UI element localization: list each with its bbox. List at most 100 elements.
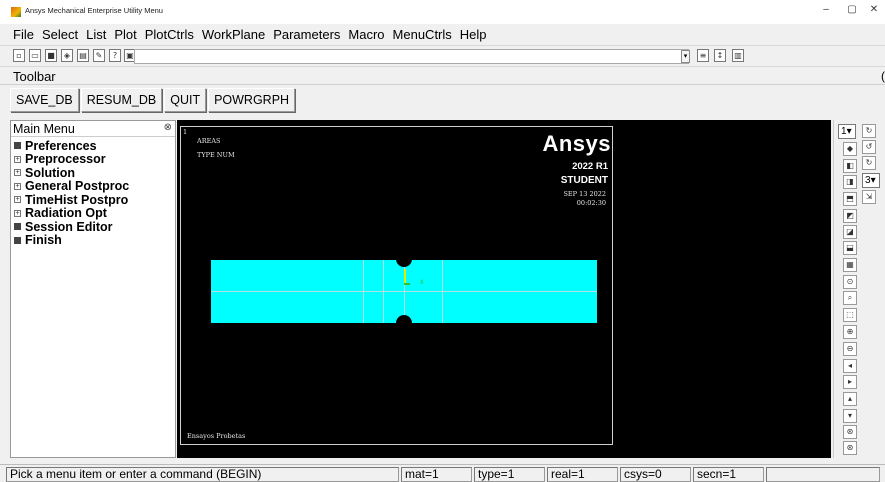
print-icon[interactable]: ▤ <box>77 49 89 62</box>
main-menu-tree: Preferences + Preprocessor + Solution + Gen… <box>14 139 129 247</box>
expand-plus-icon[interactable]: + <box>14 209 21 217</box>
translate-icon[interactable]: ⇲ <box>862 190 876 204</box>
quit-button[interactable]: QUIT <box>164 88 207 112</box>
toolbar-collapse-icon[interactable]: ( <box>881 69 885 83</box>
menu-tree-item[interactable]: + Radiation Opt <box>14 206 129 221</box>
area-line-center <box>383 260 384 323</box>
zoom-out-icon[interactable]: ⊖ <box>843 342 857 356</box>
new-file-icon[interactable]: ▫ <box>13 49 25 62</box>
status-type: type=1 <box>474 467 545 482</box>
plot-type-label: AREAS <box>197 137 221 145</box>
minimize-button[interactable]: – <box>818 4 834 15</box>
menu-help[interactable]: Help <box>460 27 487 42</box>
menu-workplane[interactable]: WorkPlane <box>202 27 265 42</box>
menu-tree-label: Preferences <box>25 138 97 153</box>
version-label: 2022 R1 <box>572 161 608 172</box>
window-select-dropdown[interactable]: 1▾ <box>838 124 856 139</box>
command-input[interactable] <box>134 49 689 64</box>
toolbar-editor-icon[interactable]: ≡ <box>697 49 709 62</box>
save-icon[interactable]: ■ <box>45 49 57 62</box>
powrgrph-button[interactable]: POWRGRPH <box>208 88 296 112</box>
standard-toolbar: ▫ ▭ ■ ◈ ▤ ✎ ? ▣ ▾ ≡ ↕ ▥ <box>0 45 885 67</box>
ansys-window: Ansys Mechanical Enterprise Utility Menu… <box>0 0 885 482</box>
toolbar-label: Toolbar <box>13 69 56 84</box>
menu-tree-item[interactable]: Preferences <box>14 139 129 153</box>
status-extra <box>766 467 880 482</box>
maximize-button[interactable]: ▢ <box>844 4 860 15</box>
status-mat: mat=1 <box>401 467 472 482</box>
status-secn: secn=1 <box>693 467 764 482</box>
close-button[interactable]: ✕ <box>866 4 882 15</box>
contact-manager-icon[interactable]: ▥ <box>732 49 744 62</box>
resum-db-button[interactable]: RESUM_DB <box>80 88 163 112</box>
main-menu-title: Main Menu <box>13 122 75 136</box>
pan-right-icon[interactable]: ▸ <box>843 375 857 389</box>
menu-menuctrls[interactable]: MenuCtrls <box>393 27 452 42</box>
menu-plotctrls[interactable]: PlotCtrls <box>145 27 194 42</box>
ansys-toolbar: SAVE_DB RESUM_DB QUIT POWRGRPH <box>10 88 297 114</box>
top-view-icon[interactable]: ⬒ <box>843 192 857 206</box>
title-bar: Ansys Mechanical Enterprise Utility Menu… <box>0 0 885 24</box>
rotate-y-icon[interactable]: ⊛ <box>843 441 857 455</box>
left-view-icon[interactable]: ◪ <box>843 225 857 239</box>
plot-caption: Ensayos Probetas <box>187 432 246 440</box>
menu-tree-label: General Postproc <box>25 179 130 194</box>
save-db-button[interactable]: SAVE_DB <box>10 88 79 112</box>
numbering-label: TYPE NUM <box>197 151 235 159</box>
rotate-cw-icon[interactable]: ↻ <box>862 156 876 170</box>
window-title: Ansys Mechanical Enterprise Utility Menu <box>25 6 163 15</box>
dynamic-rotate-icon[interactable]: ↻ <box>862 124 876 138</box>
utility-menu-bar: File Select List Plot PlotCtrls WorkPlan… <box>0 24 885 45</box>
view-select-value: 3 <box>865 175 871 186</box>
menu-plot[interactable]: Plot <box>114 27 136 42</box>
right-view-icon[interactable]: ◨ <box>843 175 857 189</box>
edition-label: STUDENT <box>560 175 608 186</box>
triad-x-axis <box>404 283 410 285</box>
toolbar-header: Toolbar ( <box>0 67 885 85</box>
leaf-square-icon <box>14 236 21 244</box>
graphics-window[interactable]: 1 AREAS TYPE NUM Ansys 2022 R1 STUDENT S… <box>177 120 831 458</box>
menu-file[interactable]: File <box>13 27 34 42</box>
pan-zoom-rotate-icon[interactable]: ◈ <box>61 49 73 62</box>
front-view-icon[interactable]: ◧ <box>843 159 857 173</box>
view-select-dropdown[interactable]: 3▾ <box>862 173 880 188</box>
zoom-icon[interactable]: ⌕ <box>843 291 857 305</box>
expand-plus-icon[interactable]: + <box>14 155 21 163</box>
sort-icon[interactable]: ↕ <box>714 49 726 62</box>
zoom-in-icon[interactable]: ⊕ <box>843 325 857 339</box>
menu-tree-label: Session Editor <box>25 219 113 234</box>
ansys-logo: Ansys <box>542 131 611 156</box>
status-prompt: Pick a menu item or enter a command (BEG… <box>6 467 399 482</box>
rotate-ccw-icon[interactable]: ↺ <box>862 140 876 154</box>
open-folder-icon[interactable]: ▭ <box>29 49 41 62</box>
menu-tree-label: Radiation Opt <box>25 206 107 221</box>
expand-plus-icon[interactable]: + <box>14 169 21 177</box>
menu-tree-item[interactable]: Session Editor <box>14 220 129 234</box>
expand-plus-icon[interactable]: + <box>14 196 21 204</box>
menu-tree-item[interactable]: + General Postproc <box>14 179 130 194</box>
expand-plus-icon[interactable]: + <box>14 182 21 190</box>
isometric-view-icon[interactable]: ◆ <box>843 142 857 156</box>
menu-macro[interactable]: Macro <box>348 27 384 42</box>
menu-tree-item[interactable]: + Preprocessor <box>14 152 129 166</box>
menu-parameters[interactable]: Parameters <box>273 27 340 42</box>
back-view-icon[interactable]: ◩ <box>843 209 857 223</box>
pan-down-icon[interactable]: ▾ <box>843 409 857 423</box>
menu-tree-item[interactable]: + TimeHist Postpro <box>14 193 129 207</box>
bottom-view-icon[interactable]: ⬓ <box>843 241 857 255</box>
bottom-notch <box>396 315 412 331</box>
menu-tree-item[interactable]: Finish <box>14 233 129 247</box>
menu-select[interactable]: Select <box>42 27 78 42</box>
pan-left-icon[interactable]: ◂ <box>843 359 857 373</box>
menu-tree-item[interactable]: + Solution <box>14 166 129 180</box>
oblique-view-icon[interactable]: ▦ <box>843 258 857 272</box>
command-history-dropdown[interactable]: ▾ <box>681 50 690 63</box>
report-generator-icon[interactable]: ✎ <box>93 49 105 62</box>
fit-view-icon[interactable]: ⊙ <box>843 275 857 289</box>
box-zoom-icon[interactable]: ⬚ <box>843 308 857 322</box>
help-icon[interactable]: ? <box>109 49 121 62</box>
collapse-all-icon[interactable]: ⊗ <box>164 122 172 133</box>
menu-list[interactable]: List <box>86 27 106 42</box>
pan-up-icon[interactable]: ▴ <box>843 392 857 406</box>
rotate-x-icon[interactable]: ⊛ <box>843 425 857 439</box>
